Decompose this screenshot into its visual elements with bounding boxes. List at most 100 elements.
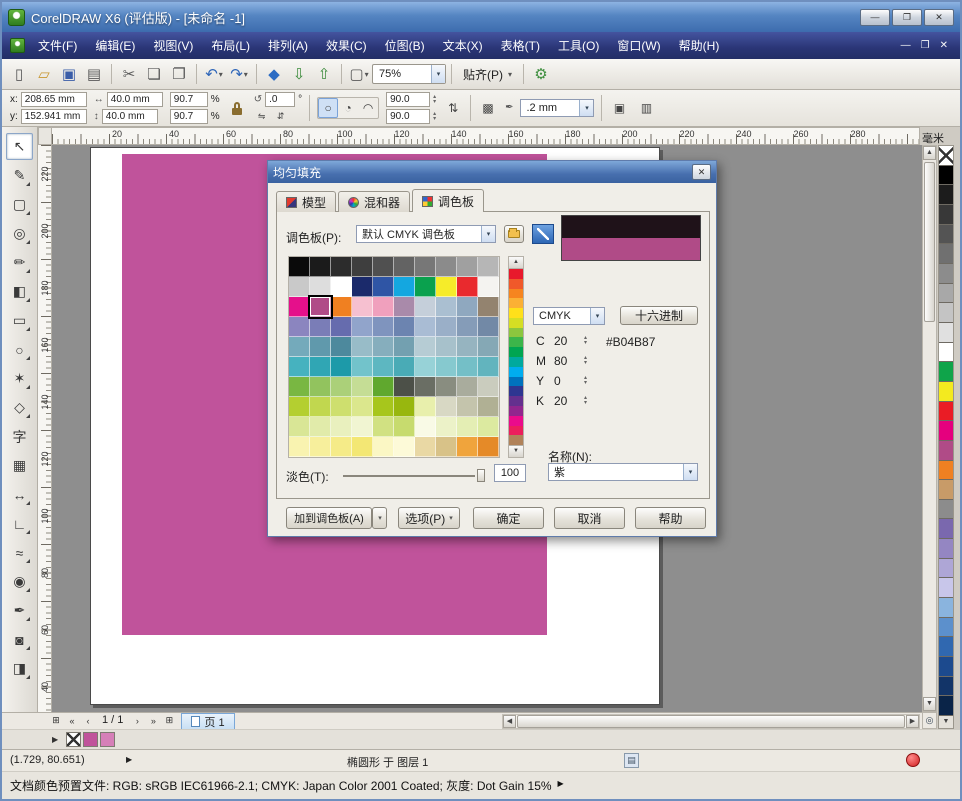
color-model-select[interactable]: CMYK ▾	[533, 307, 605, 325]
palette-color-cell[interactable]	[289, 277, 310, 297]
strip-color-cell[interactable]	[509, 396, 523, 406]
palette-color-cell[interactable]	[310, 297, 331, 317]
tab-mixers[interactable]: 混和器	[338, 191, 410, 212]
color-swatch[interactable]	[939, 362, 953, 382]
object-width-input[interactable]: 40.0 mm	[107, 92, 163, 107]
eyedropper-button[interactable]	[532, 224, 554, 244]
outline-width-select[interactable]: .2 mm ▾	[520, 99, 594, 117]
color-swatch[interactable]	[939, 166, 953, 186]
palette-color-cell[interactable]	[289, 257, 310, 277]
strip-color-cell[interactable]	[509, 416, 523, 426]
lock-ratio-button[interactable]	[227, 98, 247, 118]
menu-item-12[interactable]: 帮助(H)	[670, 33, 729, 58]
strip-color-cell[interactable]	[509, 289, 523, 299]
export-button[interactable]: ⇧	[312, 62, 336, 86]
palette-color-cell[interactable]	[415, 277, 436, 297]
strip-color-cell[interactable]	[509, 279, 523, 289]
palette-color-cell[interactable]	[310, 437, 331, 457]
color-swatch[interactable]	[939, 244, 953, 264]
menu-item-2[interactable]: 编辑(E)	[86, 33, 144, 58]
arc-end-input[interactable]: 90.0	[386, 109, 430, 124]
palette-color-cell[interactable]	[310, 377, 331, 397]
palette-color-cell[interactable]	[331, 437, 352, 457]
strip-color-cell[interactable]	[509, 308, 523, 318]
maximize-button[interactable]: ❐	[892, 9, 922, 26]
smart-fill-tool[interactable]: ◧	[6, 278, 33, 305]
palette-color-cell[interactable]	[436, 277, 457, 297]
hexadecimal-button[interactable]: 十六进制	[620, 306, 698, 325]
mirror-horizontal-button[interactable]: ⇋	[254, 109, 270, 124]
palette-color-cell[interactable]	[478, 297, 499, 317]
color-swatch[interactable]	[939, 500, 953, 520]
color-swatch[interactable]	[939, 323, 953, 343]
mirror-vertical-button[interactable]: ⇵	[273, 109, 289, 124]
color-name-select[interactable]: 紫 ▾	[548, 463, 698, 481]
tint-value-input[interactable]: 100	[494, 464, 526, 482]
spin-down-icon[interactable]: ▾	[433, 117, 436, 122]
prev-page-button[interactable]: ‹	[80, 713, 96, 728]
palette-color-cell[interactable]	[289, 377, 310, 397]
palette-color-cell[interactable]	[373, 357, 394, 377]
document-color-swatch[interactable]	[100, 732, 115, 747]
import-button[interactable]: ⇩	[287, 62, 311, 86]
color-swatch[interactable]	[939, 677, 953, 697]
first-page-button[interactable]: «	[64, 713, 80, 728]
strip-color-cell[interactable]	[509, 377, 523, 387]
palette-color-cell[interactable]	[415, 417, 436, 437]
pie-button[interactable]: ◔	[338, 98, 358, 118]
strip-color-cell[interactable]	[509, 328, 523, 338]
pick-tool[interactable]: ↖	[6, 133, 33, 160]
color-swatch[interactable]	[939, 461, 953, 481]
palette-color-cell[interactable]	[478, 437, 499, 457]
palette-color-cell[interactable]	[457, 417, 478, 437]
palette-scroll-down-icon[interactable]: ▼	[939, 716, 953, 728]
spinner[interactable]: ▴▾	[433, 112, 436, 122]
palette-color-cell[interactable]	[457, 377, 478, 397]
color-swatch[interactable]	[939, 205, 953, 225]
menu-item-5[interactable]: 排列(A)	[259, 33, 317, 58]
palette-color-cell[interactable]	[289, 437, 310, 457]
palette-color-cell[interactable]	[436, 257, 457, 277]
palette-color-cell[interactable]	[352, 357, 373, 377]
palette-color-cell[interactable]	[373, 417, 394, 437]
strip-color-cell[interactable]	[509, 406, 523, 416]
spinner[interactable]: ▴▾	[584, 396, 587, 406]
palette-color-cell[interactable]	[352, 317, 373, 337]
add-page-button[interactable]: ⊞	[48, 713, 64, 728]
color-swatch[interactable]	[939, 402, 953, 422]
color-swatch[interactable]	[939, 343, 953, 363]
strip-color-cell[interactable]	[509, 269, 523, 279]
palette-color-cell[interactable]	[331, 377, 352, 397]
palette-color-cell[interactable]	[373, 397, 394, 417]
options-button[interactable]: 选项(P) ▾	[398, 507, 460, 529]
snap-to-dropdown[interactable]: 贴齐(P)▾	[457, 63, 518, 85]
zoom-corner-button[interactable]: ◎	[922, 712, 937, 729]
color-swatch[interactable]	[939, 637, 953, 657]
palette-color-cell[interactable]	[457, 277, 478, 297]
spinner[interactable]: ▴▾	[584, 356, 587, 366]
rotation-angle-input[interactable]: .0	[265, 92, 295, 107]
palette-color-cell[interactable]	[331, 337, 352, 357]
palette-color-cell[interactable]	[478, 317, 499, 337]
scroll-left-icon[interactable]: ◀	[503, 715, 516, 728]
shape-tool[interactable]: ✎	[6, 162, 33, 189]
palette-color-cell[interactable]	[436, 417, 457, 437]
polygon-tool[interactable]: ✶	[6, 365, 33, 392]
no-color-swatch[interactable]	[66, 732, 81, 747]
component-value-input[interactable]: 0	[554, 374, 584, 388]
ellipse-tool[interactable]: ○	[6, 336, 33, 363]
strip-color-cell[interactable]	[509, 435, 523, 445]
strip-color-cell[interactable]	[509, 386, 523, 396]
no-color-swatch[interactable]	[939, 146, 953, 166]
color-swatch[interactable]	[939, 519, 953, 539]
palette-color-cell[interactable]	[457, 297, 478, 317]
print-button[interactable]: ▤	[82, 62, 106, 86]
document-minimize-button[interactable]: —	[901, 40, 911, 51]
outline-pen-tool[interactable]: ✒	[6, 597, 33, 624]
menu-item-10[interactable]: 工具(O)	[549, 33, 608, 58]
palette-color-cell[interactable]	[457, 397, 478, 417]
palette-color-cell[interactable]	[415, 357, 436, 377]
close-button[interactable]: ✕	[924, 9, 954, 26]
palette-color-cell[interactable]	[331, 357, 352, 377]
connector-tool[interactable]: ∟	[6, 510, 33, 537]
